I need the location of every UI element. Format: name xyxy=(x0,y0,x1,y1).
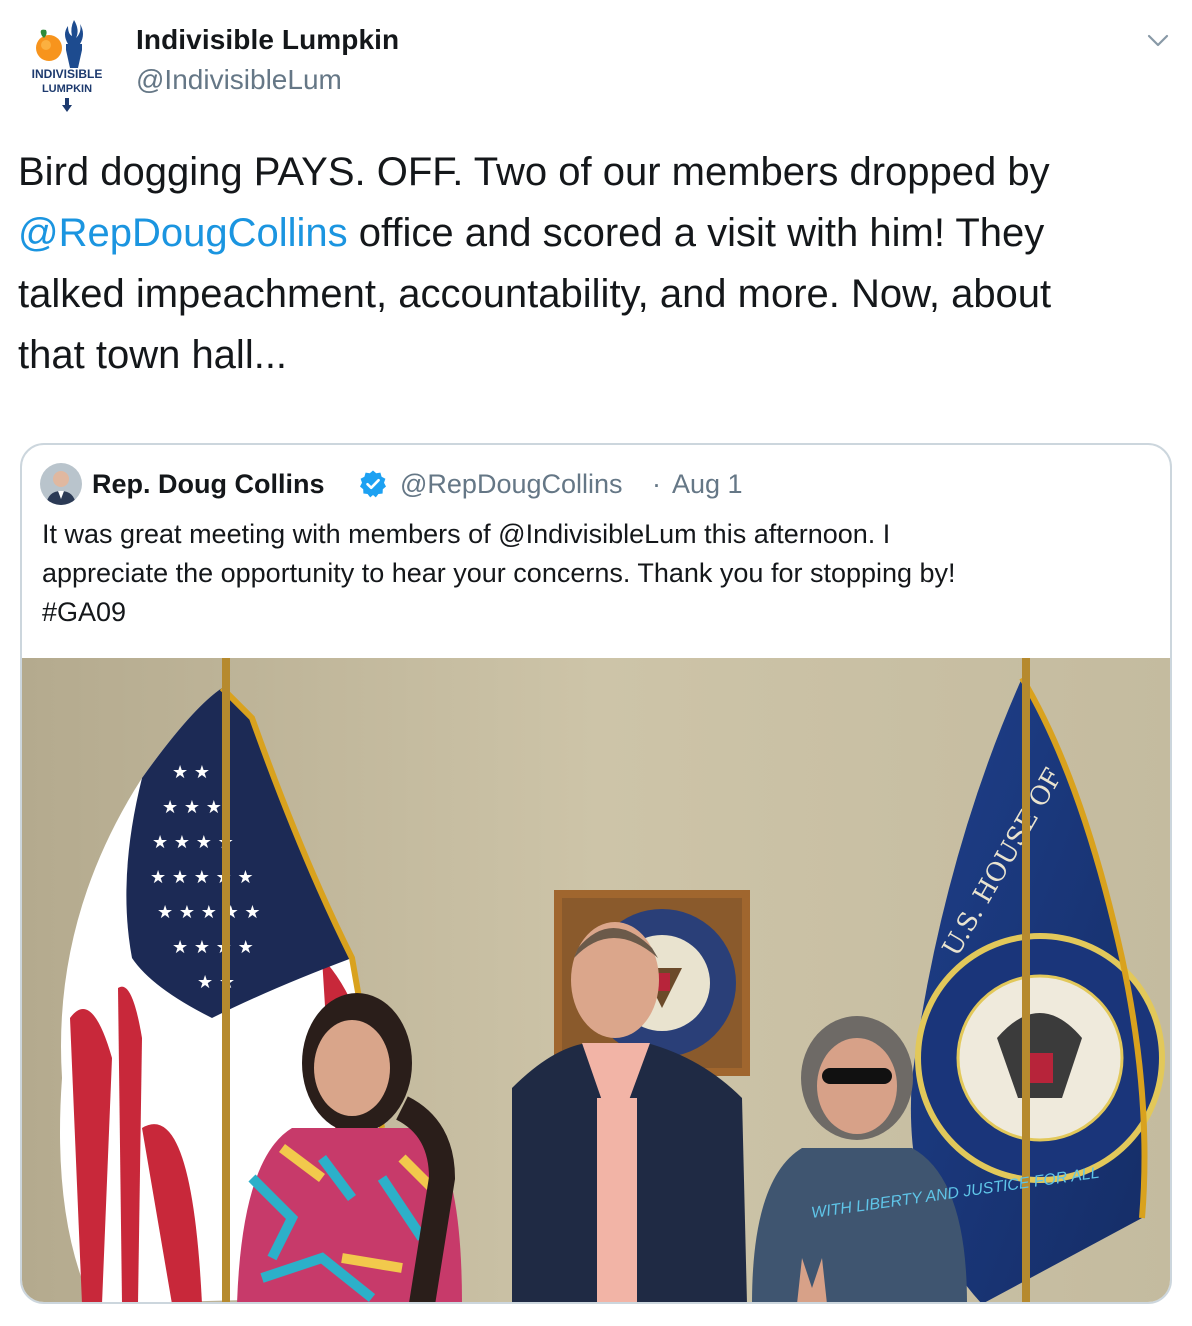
mention-link[interactable]: @RepDougCollins xyxy=(18,211,348,255)
quoted-text-line: It was great meeting with members of @In… xyxy=(42,519,891,549)
meta-separator: · xyxy=(652,469,661,499)
quoted-tweet-date[interactable]: Aug 1 xyxy=(672,469,743,500)
office-photo-illustration: ★ ★ ★ ★ ★ ★ ★ ★ ★ ★ ★ ★ ★ ★ ★ ★ ★ ★ ★ ★ … xyxy=(22,658,1170,1302)
logo-text-indivisible: INDIVISIBLE xyxy=(32,67,103,81)
author-handle[interactable]: @IndivisibleLum xyxy=(136,64,342,96)
quoted-text-line: #GA09 xyxy=(42,597,127,627)
tweet-text-line: talked impeachment, accountability, and … xyxy=(18,272,1052,316)
logo-text-lumpkin: LUMPKIN xyxy=(42,83,92,95)
tweet-card: INDIVISIBLE LUMPKIN Indivisible Lumpkin … xyxy=(0,0,1192,1326)
svg-text:★ ★ ★ ★ ★: ★ ★ ★ ★ ★ xyxy=(157,902,261,923)
quoted-tweet-text: It was great meeting with members of @In… xyxy=(42,515,1142,632)
author-avatar[interactable]: INDIVISIBLE LUMPKIN xyxy=(22,12,112,116)
tweet-photo[interactable]: ★ ★ ★ ★ ★ ★ ★ ★ ★ ★ ★ ★ ★ ★ ★ ★ ★ ★ ★ ★ … xyxy=(22,658,1170,1302)
quoted-author-name[interactable]: Rep. Doug Collins xyxy=(92,469,325,500)
tweet-text: Bird dogging PAYS. OFF. Two of our membe… xyxy=(18,142,1178,386)
svg-text:★ ★ ★ ★ ★: ★ ★ ★ ★ ★ xyxy=(150,867,254,888)
quoted-tweet[interactable]: Rep. Doug Collins @RepDougCollins · Aug … xyxy=(20,443,1172,1304)
author-name[interactable]: Indivisible Lumpkin xyxy=(136,24,399,56)
quoted-author-handle[interactable]: @RepDougCollins xyxy=(400,469,623,500)
svg-text:★ ★ ★: ★ ★ ★ xyxy=(162,797,222,818)
chevron-down-icon[interactable] xyxy=(1144,30,1172,52)
svg-text:★ ★ ★ ★: ★ ★ ★ ★ xyxy=(172,937,254,958)
verified-badge-icon xyxy=(358,469,388,499)
svg-text:★ ★ ★ ★: ★ ★ ★ ★ xyxy=(152,832,234,853)
quoted-text-line: appreciate the opportunity to hear your … xyxy=(42,558,956,588)
quoted-author-avatar[interactable] xyxy=(40,463,82,505)
tweet-text-line: Bird dogging PAYS. OFF. Two of our membe… xyxy=(18,150,1050,194)
svg-text:★ ★: ★ ★ xyxy=(172,762,210,783)
tweet-text-line: that town hall... xyxy=(18,333,288,377)
indivisible-lumpkin-logo: INDIVISIBLE LUMPKIN xyxy=(32,20,103,112)
tweet-text-line: @RepDougCollins office and scored a visi… xyxy=(18,211,1045,255)
